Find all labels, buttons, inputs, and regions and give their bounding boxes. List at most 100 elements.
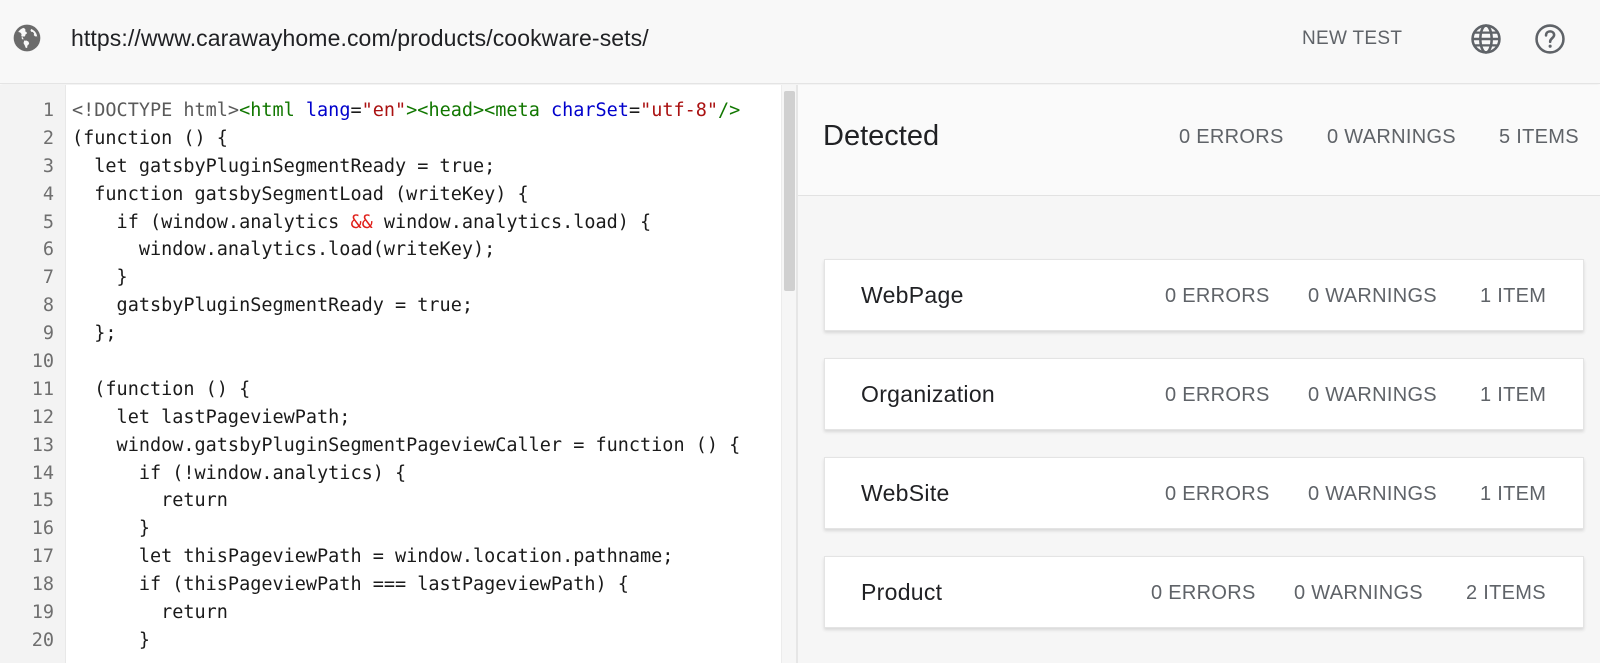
code-line: 16 } [0, 515, 796, 543]
code-text: if (window.analytics && window.analytics… [54, 209, 796, 237]
code-text: if (thisPageviewPath === lastPageviewPat… [54, 571, 796, 599]
result-card-organization[interactable]: Organization 0 ERRORS 0 WARNINGS 1 ITEM [824, 358, 1584, 430]
code-line: 7 } [0, 264, 796, 292]
code-line: 19 return [0, 599, 796, 627]
line-number: 7 [42, 267, 54, 289]
code-token: window.gatsbyPluginSegmentPageviewCaller… [72, 434, 741, 456]
code-token: window.analytics.load(writeKey); [72, 239, 496, 261]
line-number: 15 [31, 490, 54, 512]
code-line: 10 [0, 348, 796, 376]
card-type-name: Product [861, 579, 943, 605]
code-text: } [54, 515, 796, 543]
code-token: return [72, 490, 228, 512]
card-errors: 0 ERRORS [1165, 483, 1270, 505]
card-warnings: 0 WARNINGS [1308, 384, 1437, 406]
code-line: 17 let thisPageviewPath = window.locatio… [0, 543, 796, 571]
code-token: }; [72, 323, 117, 345]
card-warnings: 0 WARNINGS [1308, 483, 1437, 505]
code-token: /> [718, 100, 741, 121]
line-number: 5 [42, 211, 54, 233]
code-token: <html [239, 100, 306, 121]
code-line: 5 if (window.analytics && window.analyti… [0, 209, 796, 237]
code-line: 13 window.gatsbyPluginSegmentPageviewCal… [0, 432, 796, 460]
scrollbar-thumb[interactable] [784, 91, 795, 291]
card-errors: 0 ERRORS [1165, 285, 1270, 307]
total-errors: 0 ERRORS [1179, 126, 1284, 148]
line-number: 14 [31, 462, 54, 484]
line-number: 1 [42, 100, 54, 121]
code-token: "en" [361, 100, 407, 121]
code-line: 9 }; [0, 320, 796, 348]
line-number: 20 [31, 629, 54, 651]
card-warnings: 0 WARNINGS [1308, 285, 1437, 307]
code-text: window.analytics.load(writeKey); [54, 236, 796, 264]
line-number: 19 [31, 602, 54, 624]
card-errors: 0 ERRORS [1151, 582, 1256, 604]
line-number: 17 [31, 546, 54, 568]
code-line: 2 (function () { [0, 125, 796, 153]
code-text: gatsbyPluginSegmentReady = true; [54, 292, 796, 320]
url-input[interactable]: https://www.carawayhome.com/products/coo… [71, 22, 649, 54]
code-token: && [350, 211, 373, 233]
code-text: } [54, 264, 796, 292]
top-bar: https://www.carawayhome.com/products/coo… [0, 0, 1600, 84]
code-text: <!DOCTYPE html><html lang="en"><head><me… [54, 97, 796, 125]
code-text: if (!window.analytics) { [54, 460, 796, 488]
code-token: gatsbyPluginSegmentReady = true; [72, 295, 473, 317]
line-number: 12 [31, 406, 54, 428]
line-number: 11 [31, 378, 54, 400]
code-token: (function () { [72, 378, 251, 400]
line-number: 18 [31, 574, 54, 596]
code-token: } [72, 267, 128, 289]
code-token: } [72, 629, 150, 651]
code-line: 4 function gatsbySegmentLoad (writeKey) … [0, 181, 796, 209]
code-text: return [54, 487, 796, 515]
line-number: 6 [42, 239, 54, 261]
help-icon[interactable] [1533, 22, 1567, 56]
line-number: 2 [42, 127, 54, 149]
code-text: let gatsbyPluginSegmentReady = true; [54, 153, 796, 181]
card-items: 1 ITEM [1480, 483, 1547, 505]
line-number: 8 [42, 295, 54, 317]
card-items: 1 ITEM [1480, 384, 1547, 406]
code-token: ><head><meta [406, 100, 551, 121]
code-text: window.gatsbyPluginSegmentPageviewCaller… [54, 432, 796, 460]
code-token: charSet [550, 100, 629, 121]
code-token: = [628, 100, 641, 121]
card-type-name: WebPage [861, 282, 964, 308]
code-scrollbar[interactable] [781, 85, 796, 663]
result-card-product[interactable]: Product 0 ERRORS 0 WARNINGS 2 ITEMS [824, 556, 1584, 628]
code-token: if (window.analytics [72, 211, 351, 233]
code-token: if (thisPageviewPath === lastPageviewPat… [72, 574, 629, 596]
card-type-name: WebSite [861, 480, 950, 506]
code-token: let lastPageviewPath; [72, 406, 351, 428]
result-card-website[interactable]: WebSite 0 ERRORS 0 WARNINGS 1 ITEM [824, 457, 1584, 529]
code-line: 14 if (!window.analytics) { [0, 460, 796, 488]
code-text: (function () { [54, 125, 796, 153]
line-number: 10 [31, 351, 54, 373]
code-line: 8 gatsbyPluginSegmentReady = true; [0, 292, 796, 320]
code-text: function gatsbySegmentLoad (writeKey) { [54, 181, 796, 209]
code-token: let thisPageviewPath = window.location.p… [72, 546, 674, 568]
detected-header: Detected 0 ERRORS 0 WARNINGS 5 ITEMS [798, 85, 1600, 196]
results-panel: Detected 0 ERRORS 0 WARNINGS 5 ITEMS Web… [798, 85, 1600, 663]
code-token: "utf-8" [640, 100, 719, 121]
result-card-webpage[interactable]: WebPage 0 ERRORS 0 WARNINGS 1 ITEM [824, 259, 1584, 331]
code-text: return [54, 599, 796, 627]
language-icon[interactable] [1469, 22, 1503, 56]
code-text: (function () { [54, 376, 796, 404]
globe-icon [13, 24, 41, 52]
code-text: let lastPageviewPath; [54, 404, 796, 432]
line-number: 16 [31, 518, 54, 540]
code-view: 1 <!DOCTYPE html><html lang="en"><head><m… [0, 97, 796, 655]
code-panel[interactable]: 1 <!DOCTYPE html><html lang="en"><head><m… [0, 85, 796, 663]
code-token: function gatsbySegmentLoad (writeKey) { [72, 183, 529, 205]
card-errors: 0 ERRORS [1165, 384, 1270, 406]
code-token: = [350, 100, 362, 121]
code-token: lang [305, 100, 351, 121]
code-token: window.analytics.load) { [372, 211, 652, 233]
code-token: let gatsbyPluginSegmentReady = true; [72, 155, 496, 177]
new-test-button[interactable]: NEW TEST [1302, 24, 1402, 54]
code-line: 15 return [0, 487, 796, 515]
